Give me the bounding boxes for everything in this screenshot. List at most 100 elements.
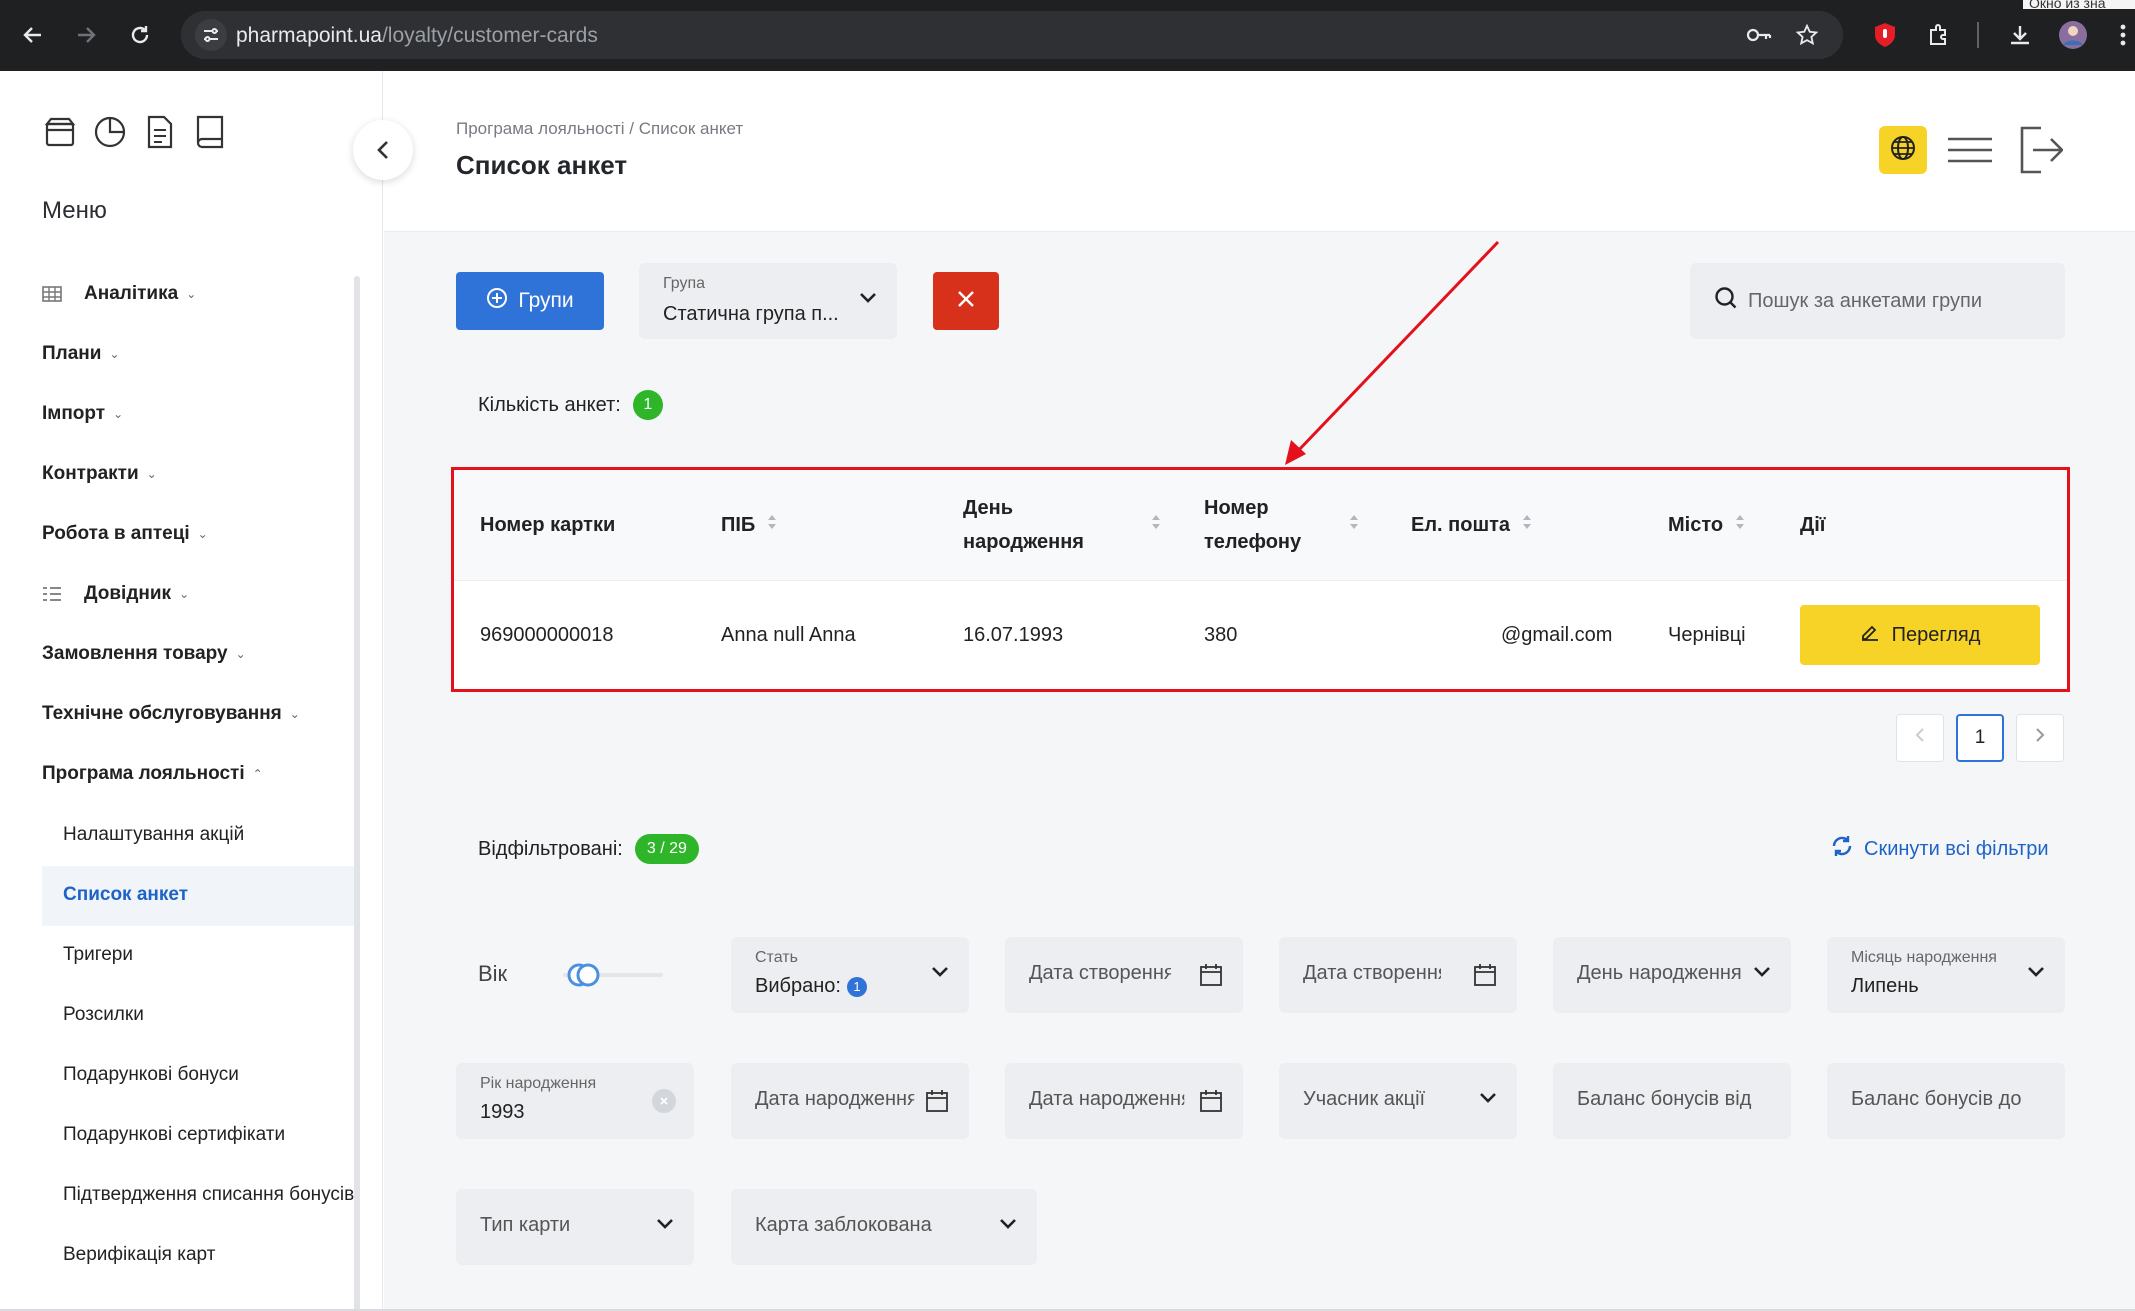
address-bar[interactable]: pharmapoint.ua/loyalty/customer-cards bbox=[181, 11, 1843, 59]
pie-chart-icon[interactable] bbox=[92, 113, 128, 151]
menu-title: Меню bbox=[42, 197, 107, 224]
sidebar: Меню Аналітика ⌄ Плани ⌄ Імпорт ⌄ Контракти… bbox=[0, 71, 383, 1311]
group-select-label: Група bbox=[663, 275, 706, 292]
group-select-value: Статична група п... bbox=[663, 303, 839, 325]
sidebar-item-loyalty[interactable]: Програма лояльності ⌃ bbox=[42, 763, 263, 785]
download-icon[interactable] bbox=[2002, 17, 2038, 53]
birth-month-select[interactable]: Місяць народження Липень bbox=[1827, 937, 2065, 1013]
sex-select[interactable]: Стать Вибрано: 1 bbox=[731, 937, 969, 1013]
extensions-puzzle-icon[interactable] bbox=[1921, 17, 1957, 53]
header-divider bbox=[384, 231, 2135, 232]
clear-group-button[interactable] bbox=[933, 272, 999, 330]
birth-day-select[interactable]: День народження bbox=[1553, 937, 1791, 1013]
back-icon[interactable] bbox=[15, 17, 51, 53]
sidebar-item-directory[interactable]: Довідник ⌄ bbox=[42, 583, 189, 605]
sidebar-subitem-promo-settings[interactable]: Налаштування акцій bbox=[63, 824, 356, 846]
sidebar-subitem-gift-certificates[interactable]: Подарункові сертифікати bbox=[63, 1124, 356, 1146]
table-icon bbox=[42, 286, 62, 302]
chevron-down-icon: ⌄ bbox=[289, 707, 300, 721]
chevron-down-icon bbox=[1479, 1091, 1497, 1109]
reload-icon[interactable] bbox=[122, 17, 158, 53]
bonus-balance-to-input[interactable]: Баланс бонусів до bbox=[1827, 1063, 2065, 1139]
sidebar-item-maintenance[interactable]: Технічне обслуговування ⌄ bbox=[42, 703, 300, 725]
birth-year-input[interactable]: Рік народження 1993 bbox=[456, 1063, 694, 1139]
sidebar-subitem-mailings[interactable]: Розсилки bbox=[63, 1004, 356, 1026]
pagination-page-button[interactable]: 1 bbox=[1956, 714, 2004, 762]
hamburger-menu-icon[interactable] bbox=[1944, 124, 1996, 176]
sidebar-subitem-gift-bonuses[interactable]: Подарункові бонуси bbox=[63, 1064, 356, 1086]
sidebar-item-pharmacy-work[interactable]: Робота в аптеці ⌄ bbox=[42, 523, 208, 545]
book-icon[interactable] bbox=[192, 113, 228, 151]
profile-avatar-icon[interactable] bbox=[2055, 17, 2091, 53]
search-placeholder: Пошук за анкетами групи bbox=[1748, 289, 1983, 312]
collapse-sidebar-button[interactable] bbox=[353, 120, 413, 180]
sidebar-subitem-questionnaires[interactable]: Список анкет bbox=[63, 884, 356, 906]
age-filter-label: Вік bbox=[478, 961, 508, 986]
toolbar-divider bbox=[1977, 22, 1979, 48]
calendar-icon bbox=[1199, 1089, 1223, 1118]
birth-date-to-input[interactable]: Дата народження до bbox=[1005, 1063, 1243, 1139]
birth-year-value: 1993 bbox=[480, 1101, 525, 1123]
sidebar-item-orders[interactable]: Замовлення товару ⌄ bbox=[42, 643, 246, 665]
pagination-prev-button[interactable] bbox=[1896, 714, 1944, 762]
site-info-icon[interactable] bbox=[195, 19, 227, 51]
sidebar-subitem-card-verification[interactable]: Верифікація карт bbox=[63, 1244, 356, 1266]
card-blocked-select[interactable]: Карта заблокована bbox=[731, 1189, 1037, 1265]
sidebar-subitem-triggers[interactable]: Тригери bbox=[63, 944, 356, 966]
bonus-balance-from-input[interactable]: Баланс бонусів від bbox=[1553, 1063, 1791, 1139]
url-text: pharmapoint.ua/loyalty/customer-cards bbox=[236, 24, 598, 47]
birth-year-label: Рік народження bbox=[480, 1075, 597, 1092]
chevron-down-icon bbox=[931, 965, 949, 983]
sidebar-scrollbar[interactable] bbox=[354, 276, 360, 1311]
forward-icon[interactable] bbox=[68, 17, 104, 53]
count-badge: 1 bbox=[632, 390, 663, 420]
card-type-select[interactable]: Тип карти bbox=[456, 1189, 694, 1265]
groups-button[interactable]: Групи bbox=[456, 272, 604, 330]
birth-month-value: Липень bbox=[1851, 975, 1919, 997]
clear-input-icon[interactable] bbox=[652, 1089, 676, 1113]
chevron-down-icon: ⌄ bbox=[109, 347, 120, 361]
reset-filters-button[interactable]: Скинути всі фільтри bbox=[1830, 834, 2049, 864]
chevron-down-icon bbox=[656, 1217, 674, 1235]
annotation-highlight-box bbox=[451, 467, 2070, 692]
created-to-date-input[interactable]: Дата створення до bbox=[1279, 937, 1517, 1013]
created-from-date-input[interactable]: Дата створення від bbox=[1005, 937, 1243, 1013]
sidebar-item-plans[interactable]: Плани ⌄ bbox=[42, 343, 120, 365]
filtered-badge: 3 / 29 bbox=[634, 834, 699, 864]
group-search-input[interactable]: Пошук за анкетами групи bbox=[1690, 263, 2065, 339]
globe-icon bbox=[1890, 135, 1916, 166]
bookmark-star-icon[interactable] bbox=[1789, 17, 1825, 53]
document-icon[interactable] bbox=[142, 113, 178, 151]
list-icon bbox=[42, 586, 62, 602]
breadcrumb: Програма лояльності / Список анкет bbox=[456, 119, 744, 138]
sidebar-subitem-bonus-writeoff[interactable]: Підтвердження списання бонусів bbox=[63, 1184, 356, 1206]
questionnaire-count: Кількість анкет: 1 bbox=[478, 390, 663, 420]
birth-date-from-input[interactable]: Дата народження від bbox=[731, 1063, 969, 1139]
store-icon[interactable] bbox=[42, 113, 78, 151]
chevron-left-icon bbox=[1915, 727, 1925, 749]
selected-count-badge: 1 bbox=[846, 976, 867, 997]
pagination-next-button[interactable] bbox=[2016, 714, 2064, 762]
chrome-menu-icon[interactable] bbox=[2111, 17, 2135, 53]
page-title: Список анкет bbox=[456, 150, 628, 180]
chevron-down-icon bbox=[1753, 965, 1771, 983]
extension-shield-icon[interactable] bbox=[1867, 17, 1903, 53]
plus-circle-icon bbox=[486, 287, 508, 315]
group-select[interactable]: Група Статична група п... bbox=[639, 263, 897, 339]
sidebar-item-analytics[interactable]: Аналітика ⌄ bbox=[42, 283, 196, 305]
filtered-count: Відфільтровані: 3 / 29 bbox=[478, 834, 699, 864]
sidebar-item-contracts[interactable]: Контракти ⌄ bbox=[42, 463, 157, 485]
filtered-label: Відфільтровані: bbox=[478, 837, 623, 860]
chevron-down-icon: ⌄ bbox=[197, 527, 208, 541]
chevron-down-icon: ⌄ bbox=[113, 407, 124, 421]
chevron-up-icon: ⌃ bbox=[252, 767, 263, 781]
chevron-right-icon bbox=[2035, 727, 2045, 749]
password-key-icon[interactable] bbox=[1741, 17, 1777, 53]
promo-participant-select[interactable]: Учасник акції bbox=[1279, 1063, 1517, 1139]
logout-icon[interactable] bbox=[2015, 124, 2067, 176]
calendar-icon bbox=[1199, 963, 1223, 992]
sidebar-item-import[interactable]: Імпорт ⌄ bbox=[42, 403, 123, 425]
chevron-down-icon bbox=[2027, 965, 2045, 983]
age-range-slider[interactable] bbox=[563, 962, 663, 988]
language-button[interactable] bbox=[1879, 126, 1927, 174]
